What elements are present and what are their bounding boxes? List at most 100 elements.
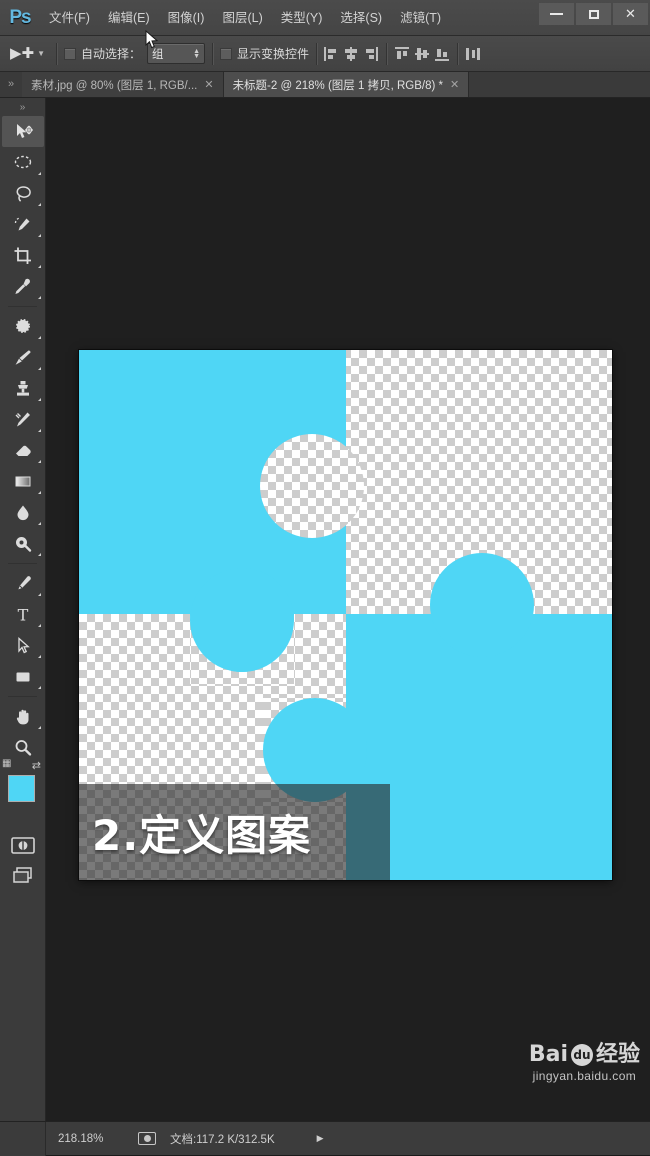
marquee-tool[interactable] — [2, 147, 44, 178]
maximize-button[interactable] — [576, 3, 611, 25]
type-tool[interactable]: T — [2, 599, 44, 630]
document-tab-2-close-icon[interactable]: ✕ — [450, 78, 459, 91]
document-tab-2[interactable]: 未标题-2 @ 218% (图层 1 拷贝, RGB/8) * ✕ — [223, 72, 470, 97]
distribute-icon[interactable] — [466, 47, 481, 61]
default-colors-icon[interactable]: ▦ — [2, 758, 11, 769]
options-divider-5 — [457, 42, 459, 65]
tool-flyout-triangle — [38, 553, 41, 556]
foreground-color-swatch[interactable] — [8, 775, 35, 802]
pen-tool[interactable] — [2, 568, 44, 599]
puzzle-tab-upper-right — [430, 553, 534, 657]
options-bar: ▶✚ ▼ 自动选择： 组 ▲ ▼ 显示变换控件 — [0, 36, 650, 72]
tool-flyout-triangle — [38, 624, 41, 627]
hand-tool[interactable] — [2, 701, 44, 732]
tool-flyout-triangle — [38, 429, 41, 432]
document-size-info: 文档:117.2 K/312.5K — [170, 1133, 275, 1146]
align-right-edges-icon[interactable] — [364, 46, 379, 61]
gradient-tool[interactable] — [2, 466, 44, 497]
puzzle-bump-bottom-left — [190, 614, 294, 672]
watermark-url: jingyan.baidu.com — [532, 1069, 637, 1083]
rectangle-tool[interactable] — [2, 661, 44, 692]
tool-flyout-triangle — [38, 686, 41, 689]
clone-stamp-tool[interactable] — [2, 373, 44, 404]
document-tab-1-close-icon[interactable]: ✕ — [204, 78, 213, 91]
options-divider-2 — [212, 42, 214, 65]
menu-layer[interactable]: 图层(L) — [213, 0, 271, 36]
brush-tool[interactable] — [2, 342, 44, 373]
eyedropper-tool[interactable] — [2, 271, 44, 302]
crop-tool[interactable] — [2, 240, 44, 271]
tool-flyout-triangle — [38, 172, 41, 175]
align-left-edges-icon[interactable] — [324, 46, 338, 61]
zoom-level-field[interactable]: 218.18% — [46, 1133, 138, 1145]
close-icon: ✕ — [625, 6, 636, 21]
blur-tool[interactable] — [2, 497, 44, 528]
preview-toggle-icon[interactable] — [138, 1132, 156, 1145]
tools-panel: » T ▦ ⇄ — [0, 98, 49, 1121]
annotation-text: 2.定义图案 — [92, 810, 312, 860]
document-tab-1[interactable]: 素材.jpg @ 80% (图层 1, RGB/... ✕ — [22, 72, 224, 97]
panel-expand-icon[interactable]: » — [0, 71, 22, 97]
menu-edit[interactable]: 编辑(E) — [99, 0, 159, 36]
maximize-icon — [588, 9, 599, 19]
tool-flyout-triangle — [38, 296, 41, 299]
history-brush-tool[interactable] — [2, 404, 44, 435]
photoshop-logo: Ps — [9, 6, 31, 28]
canvas-workspace[interactable]: 2.定义图案 Bai du 经验 jingyan.baidu.com — [46, 98, 650, 1121]
align-icon-group — [324, 42, 481, 65]
options-divider — [56, 42, 58, 65]
options-divider-3 — [316, 42, 318, 65]
align-bottom-edges-icon[interactable] — [435, 47, 450, 61]
auto-select-dropdown[interactable]: 组 ▲ ▼ — [147, 43, 206, 64]
close-button[interactable]: ✕ — [613, 3, 648, 25]
status-expand-arrow-icon[interactable]: ▶ — [317, 1133, 324, 1144]
minimize-icon — [550, 13, 563, 15]
eraser-tool[interactable] — [2, 435, 44, 466]
document-canvas[interactable]: 2.定义图案 — [79, 350, 612, 880]
screen-mode-button[interactable] — [2, 861, 44, 889]
auto-select-value: 组 — [152, 48, 164, 61]
chevron-down-icon: ▼ — [37, 49, 46, 58]
quick-mask-button[interactable] — [2, 831, 44, 859]
auto-select-label: 自动选择： — [81, 47, 142, 61]
dodge-tool[interactable] — [2, 528, 44, 559]
tool-flyout-triangle — [38, 367, 41, 370]
auto-select-checkbox[interactable] — [64, 47, 77, 60]
tool-flyout-triangle — [38, 593, 41, 596]
tools-divider-1 — [8, 306, 37, 307]
document-tab-1-title: 素材.jpg @ 80% (图层 1, RGB/... — [31, 79, 198, 92]
menu-file[interactable]: 文件(F) — [40, 0, 99, 36]
align-vertical-centers-icon[interactable] — [415, 47, 430, 61]
minimize-button[interactable] — [539, 3, 574, 25]
color-swatches: ▦ ⇄ — [0, 758, 49, 829]
tool-flyout-triangle — [38, 398, 41, 401]
tool-flyout-triangle — [38, 655, 41, 658]
tool-flyout-triangle — [38, 234, 41, 237]
baidu-jingyan-watermark: Bai du 经验 jingyan.baidu.com — [529, 1044, 640, 1084]
swap-colors-icon[interactable]: ⇄ — [32, 759, 41, 772]
path-selection-tool[interactable] — [2, 630, 44, 661]
lasso-tool[interactable] — [2, 178, 44, 209]
menu-type[interactable]: 类型(Y) — [272, 0, 332, 36]
tools-divider-3 — [8, 696, 37, 697]
stepper-arrows-icon: ▲ ▼ — [193, 47, 201, 60]
move-arrow-cross-glyph: ▶✚ — [10, 45, 35, 62]
menu-image[interactable]: 图像(I) — [159, 0, 214, 36]
tools-expand-icon[interactable]: » — [0, 102, 45, 116]
quick-selection-tool[interactable] — [2, 209, 44, 240]
paw-icon: du — [570, 1044, 593, 1066]
move-tool[interactable] — [2, 116, 44, 147]
healing-brush-tool[interactable] — [2, 311, 44, 342]
options-divider-4 — [386, 42, 388, 65]
show-transform-checkbox[interactable] — [220, 47, 233, 60]
watermark-logo: Bai du 经验 — [529, 1044, 640, 1066]
move-tool-icon[interactable]: ▶✚ ▼ — [6, 41, 49, 67]
menu-select[interactable]: 选择(S) — [331, 0, 391, 36]
align-horizontal-centers-icon[interactable] — [344, 46, 358, 61]
tool-flyout-triangle — [38, 491, 41, 494]
tool-flyout-triangle — [38, 203, 41, 206]
align-top-edges-icon[interactable] — [395, 46, 410, 61]
puzzle-notch-top-left — [260, 434, 364, 538]
menu-filter[interactable]: 滤镜(T) — [391, 0, 450, 36]
show-transform-label: 显示变换控件 — [237, 47, 310, 61]
